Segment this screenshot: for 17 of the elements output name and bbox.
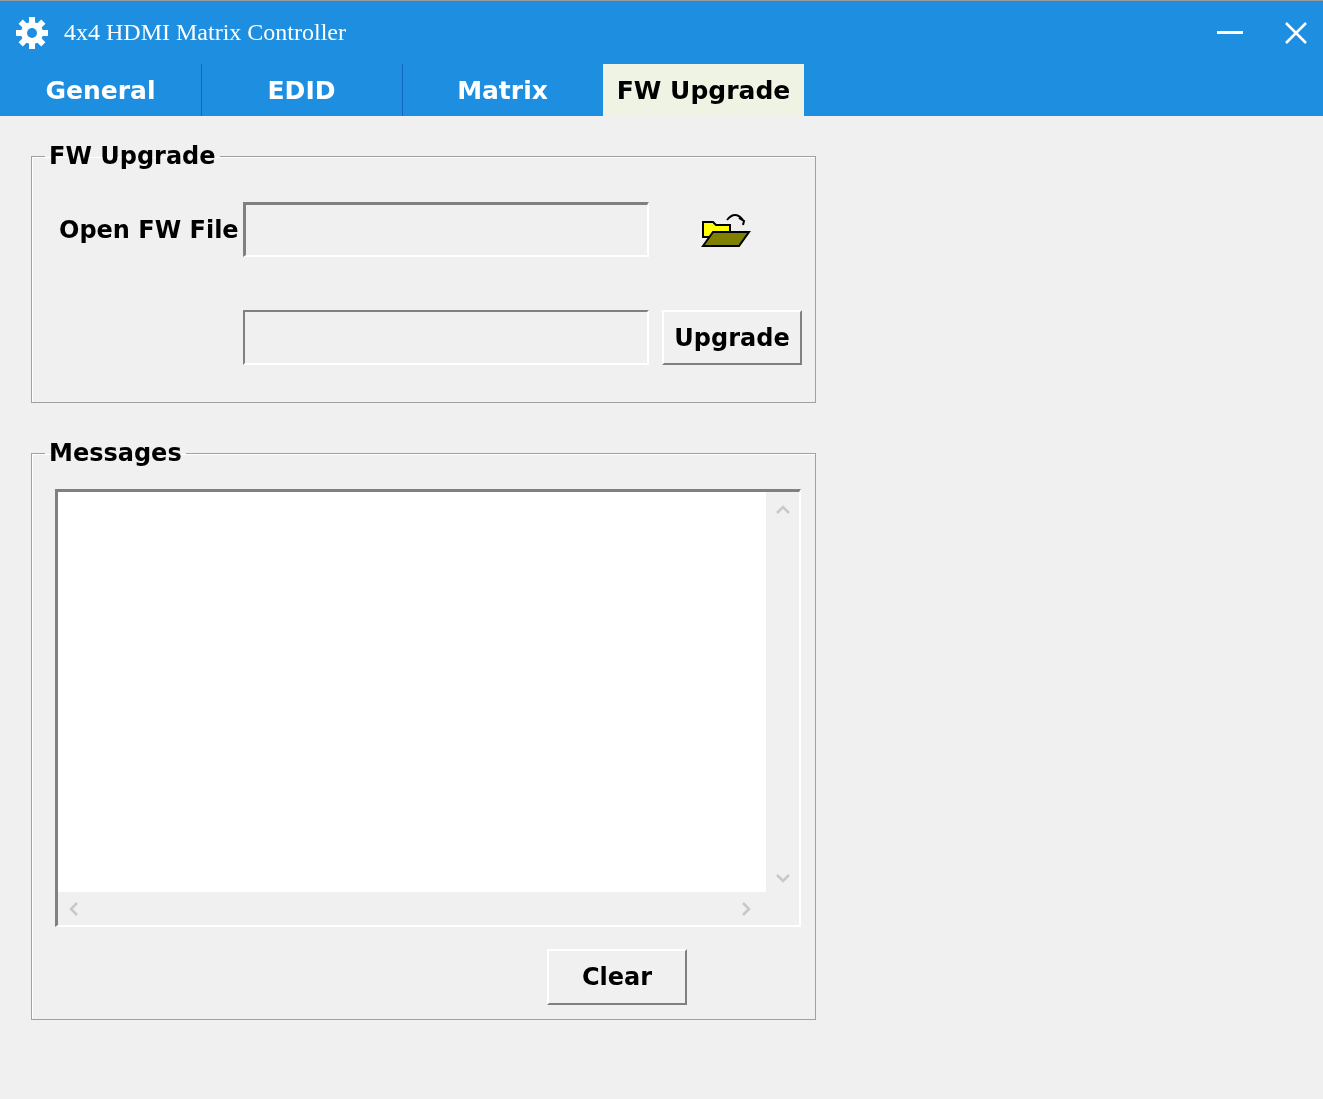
field-label: Open FW File <box>59 215 240 244</box>
close-icon[interactable] <box>1285 21 1307 44</box>
scroll-right-icon[interactable] <box>742 900 752 917</box>
scroll-left-icon[interactable] <box>68 900 78 917</box>
scroll-down-icon[interactable] <box>774 874 791 884</box>
group-title: FW Upgrade <box>48 142 217 170</box>
scroll-up-icon[interactable] <box>774 504 791 514</box>
group-title: Messages <box>48 439 183 467</box>
upgrade-button[interactable]: Upgrade <box>662 310 802 365</box>
file-path-field[interactable] <box>243 202 649 257</box>
clear-button[interactable]: Clear <box>547 949 687 1005</box>
tab[interactable]: FW Upgrade <box>603 64 804 116</box>
open-folder-icon[interactable] <box>701 211 751 248</box>
minimize-icon[interactable] <box>1217 30 1243 35</box>
window-title: 4x4 HDMI Matrix Controller <box>64 19 346 46</box>
message-log[interactable] <box>55 489 801 927</box>
gear-icon <box>14 14 50 51</box>
